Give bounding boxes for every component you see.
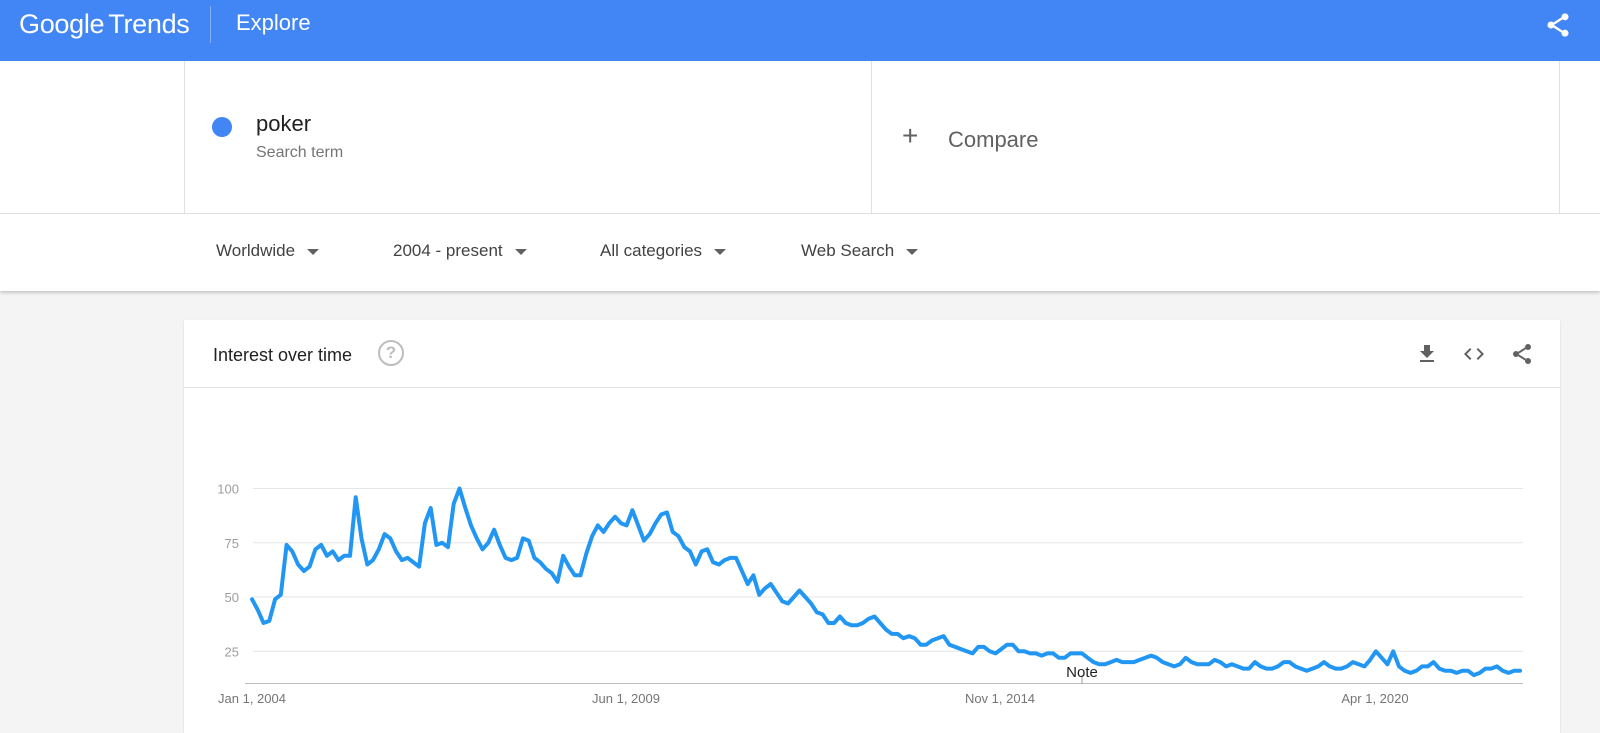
y-axis-ticks: 25 50 75 100 bbox=[217, 482, 239, 660]
filter-category-dropdown[interactable]: All categories bbox=[600, 241, 727, 261]
help-icon[interactable]: ? bbox=[378, 340, 404, 366]
filter-location-label: Worldwide bbox=[216, 241, 296, 260]
filter-time-dropdown[interactable]: 2004 - present bbox=[393, 241, 527, 261]
search-term-card[interactable]: poker Search term bbox=[184, 61, 872, 214]
card-header: Interest over time ? bbox=[184, 320, 1560, 388]
term-color-dot bbox=[212, 117, 232, 137]
chevron-down-icon bbox=[906, 248, 919, 255]
app-bar: Google Trends Explore bbox=[0, 0, 1600, 61]
y-tick-label: 100 bbox=[217, 482, 239, 497]
share-icon[interactable] bbox=[1510, 342, 1534, 366]
card-title: Interest over time bbox=[213, 345, 353, 365]
x-axis-ticks: Jan 1, 2004 Jun 1, 2009 Nov 1, 2014 Apr … bbox=[218, 691, 1409, 706]
share-icon[interactable] bbox=[1544, 11, 1572, 39]
search-term-bar: poker Search term + Compare bbox=[0, 61, 1600, 214]
logo-trends-text: Trends bbox=[108, 9, 190, 39]
x-tick-label: Apr 1, 2020 bbox=[1341, 691, 1408, 706]
logo-google-text: Google bbox=[19, 9, 105, 39]
filter-search-type-dropdown[interactable]: Web Search bbox=[801, 241, 919, 261]
x-tick-label: Jan 1, 2004 bbox=[218, 691, 286, 706]
interest-over-time-chart: 25 50 75 100 Jan 1, 2004 Jun 1, 2009 Nov… bbox=[184, 388, 1560, 733]
filter-category-label: All categories bbox=[600, 241, 703, 260]
search-term-type: Search term bbox=[256, 144, 344, 161]
y-tick-label: 25 bbox=[225, 644, 239, 659]
compare-button[interactable]: + Compare bbox=[872, 61, 1560, 214]
y-tick-label: 50 bbox=[225, 590, 239, 605]
chevron-down-icon bbox=[514, 248, 527, 255]
embed-icon[interactable] bbox=[1462, 342, 1486, 366]
x-tick-label: Nov 1, 2014 bbox=[965, 691, 1035, 706]
search-term-name[interactable]: poker bbox=[256, 111, 311, 137]
note-annotation[interactable]: Note bbox=[1066, 664, 1098, 681]
download-icon[interactable] bbox=[1415, 342, 1439, 366]
filter-location-dropdown[interactable]: Worldwide bbox=[216, 241, 320, 261]
appbar-divider bbox=[210, 6, 211, 43]
chart-svg: 25 50 75 100 Jan 1, 2004 Jun 1, 2009 Nov… bbox=[217, 482, 1523, 706]
filter-search-type-label: Web Search bbox=[801, 241, 895, 260]
filter-time-label: 2004 - present bbox=[393, 241, 503, 260]
compare-label: Compare bbox=[948, 127, 1039, 152]
filter-bar: Worldwide 2004 - present All categories … bbox=[0, 214, 1600, 291]
chevron-down-icon bbox=[714, 248, 727, 255]
page-title: Explore bbox=[236, 10, 311, 35]
y-tick-label: 75 bbox=[225, 536, 239, 551]
google-trends-logo[interactable]: Google Trends bbox=[19, 9, 190, 40]
plus-icon: + bbox=[902, 120, 919, 151]
series-line-poker bbox=[250, 486, 1522, 678]
chart-gridlines bbox=[253, 488, 1523, 652]
chevron-down-icon bbox=[307, 248, 320, 255]
x-tick-label: Jun 1, 2009 bbox=[592, 691, 660, 706]
